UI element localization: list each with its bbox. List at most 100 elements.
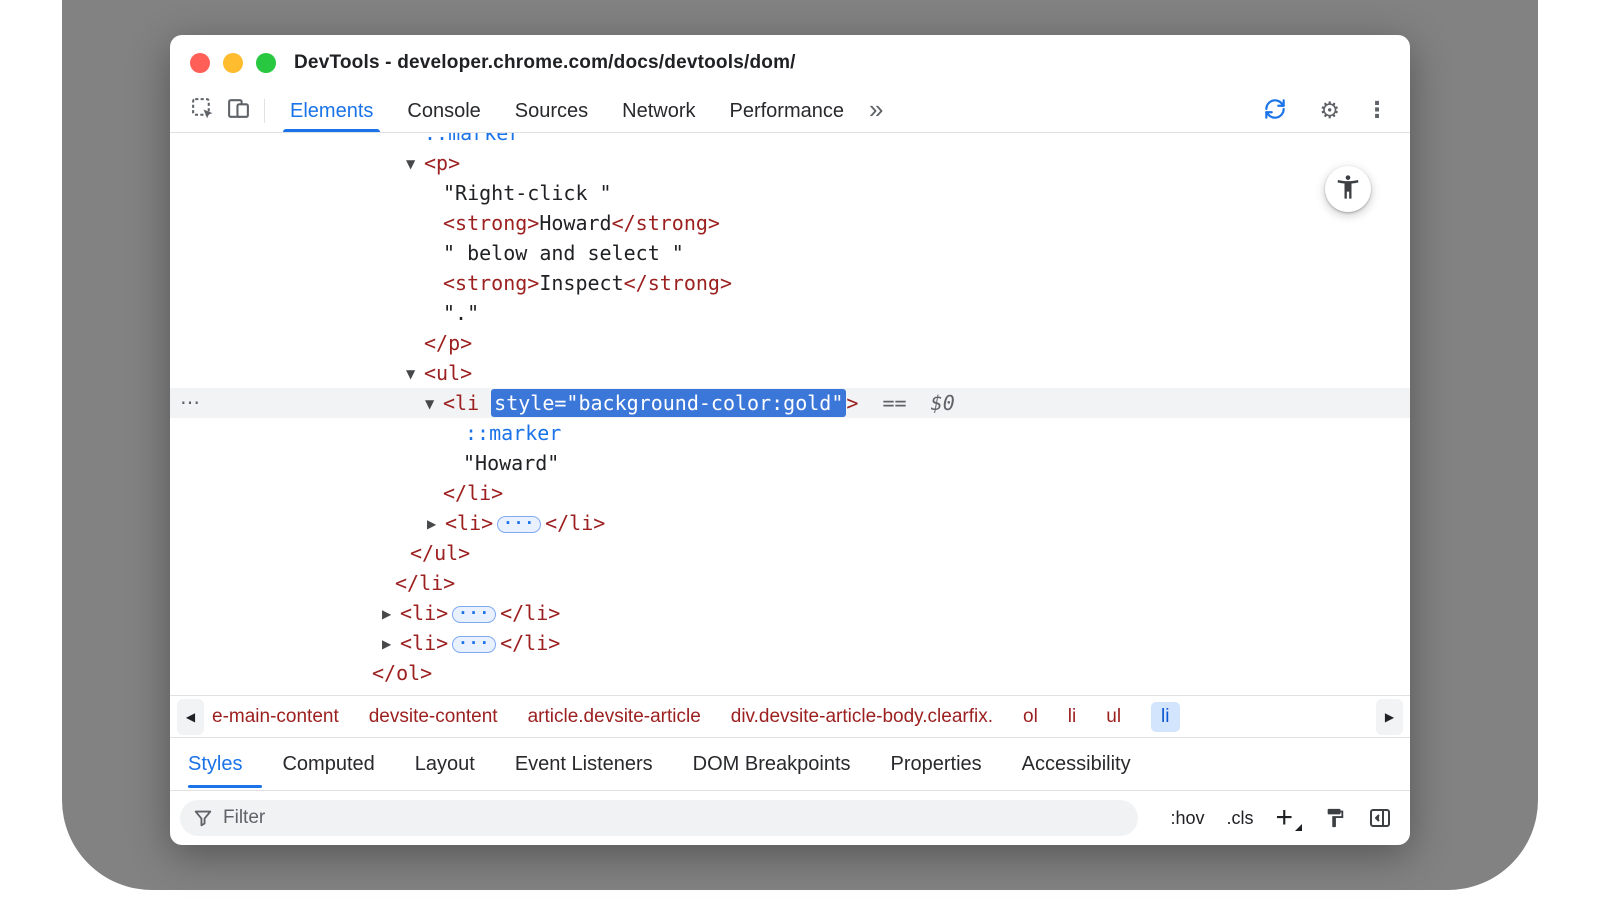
tree-line[interactable]: </li>: [170, 568, 1410, 598]
breadcrumb-item-li[interactable]: li: [1151, 702, 1179, 732]
tab-sources[interactable]: Sources: [498, 90, 605, 132]
toggle-element-state-button[interactable]: :hov: [1170, 808, 1204, 829]
inspect-element-button[interactable]: [184, 90, 220, 132]
breadcrumb-item-li[interactable]: li: [1068, 706, 1076, 728]
filter-field[interactable]: [180, 800, 1138, 836]
dom-text: Inspect: [539, 271, 623, 295]
collapse-arrow-icon[interactable]: ▼: [406, 359, 424, 389]
breadcrumb-scroll-right-button[interactable]: ▶: [1376, 699, 1403, 735]
styles-filter-bar: :hov .cls +: [170, 791, 1410, 845]
sync-icon: [1262, 96, 1288, 127]
node-ellipsis-button[interactable]: ···: [497, 516, 541, 533]
dom-tag: </li>: [545, 511, 605, 535]
breadcrumb-item-devsite-content[interactable]: devsite-content: [369, 706, 498, 728]
dom-tag: </li>: [500, 601, 560, 625]
minimize-button[interactable]: [223, 53, 243, 73]
tree-line[interactable]: <strong>Howard</strong>: [170, 208, 1410, 238]
dom-tag: </li>: [395, 571, 455, 595]
tree-line[interactable]: ::marker: [170, 133, 1410, 148]
dom-text: Howard: [539, 211, 611, 235]
tree-line[interactable]: </p>: [170, 328, 1410, 358]
device-toolbar-icon: [226, 96, 251, 126]
expand-arrow-icon[interactable]: ▶: [382, 599, 400, 629]
toggle-sidebar-icon[interactable]: [1368, 806, 1392, 830]
more-menu-icon[interactable]: ⋮: [1366, 100, 1388, 122]
node-ellipsis-button[interactable]: ···: [452, 606, 496, 623]
panel-tab-dom-breakpoints[interactable]: DOM Breakpoints: [673, 738, 871, 790]
tree-line[interactable]: ▼<p>: [170, 148, 1410, 178]
dom-tag: </ul>: [410, 541, 470, 565]
dom-tag: </ol>: [372, 661, 432, 685]
dom-text: "Howard": [463, 451, 559, 475]
tab-elements[interactable]: Elements: [273, 90, 390, 132]
node-ellipsis-button[interactable]: ···: [452, 636, 496, 653]
dom-tag: <ul>: [424, 361, 472, 385]
settings-icon[interactable]: ⚙: [1319, 100, 1340, 123]
tree-line[interactable]: <strong>Inspect</strong>: [170, 268, 1410, 298]
dom-text: ".": [443, 301, 479, 325]
tree-line[interactable]: ▼<ul>: [170, 358, 1410, 388]
tree-line[interactable]: ▶<li>···</li>: [170, 628, 1410, 658]
close-button[interactable]: [190, 53, 210, 73]
dom-tag: <strong>: [443, 271, 539, 295]
new-style-rule-button[interactable]: +: [1275, 803, 1302, 833]
breadcrumb-scroll-left-button[interactable]: ◀: [177, 699, 204, 735]
tab-network[interactable]: Network: [605, 90, 712, 132]
tree-line[interactable]: </ul>: [170, 538, 1410, 568]
filter-input[interactable]: [223, 807, 1126, 829]
tree-line[interactable]: ".": [170, 298, 1410, 328]
breadcrumb-item-e-main-content[interactable]: e-main-content: [212, 706, 339, 728]
window-controls: [190, 53, 276, 73]
tree-line[interactable]: </ol>: [170, 658, 1410, 688]
main-toolbar: ElementsConsoleSourcesNetworkPerformance…: [170, 90, 1410, 133]
dom-text: " below and select ": [443, 241, 684, 265]
panel-tab-strip: ElementsConsoleSourcesNetworkPerformance: [273, 90, 861, 132]
dom-tag: </li>: [443, 481, 503, 505]
sync-button[interactable]: [1257, 96, 1293, 127]
panel-tab-event-listeners[interactable]: Event Listeners: [495, 738, 673, 790]
paint-format-icon[interactable]: [1324, 807, 1346, 829]
more-actions-icon[interactable]: ⋯: [180, 388, 201, 418]
collapse-arrow-icon[interactable]: ▼: [406, 149, 424, 179]
tree-line-selected[interactable]: ⋯▼<li style="background-color:gold"> == …: [170, 388, 1410, 418]
tree-line[interactable]: "Right-click ": [170, 178, 1410, 208]
more-tabs-button[interactable]: »: [861, 90, 891, 132]
toolbar-divider: [264, 99, 265, 123]
dom-tag: <li>: [400, 601, 448, 625]
breadcrumb-item-ol[interactable]: ol: [1023, 706, 1038, 728]
dom-pseudo-element: ::marker: [465, 421, 561, 445]
tree-line[interactable]: ▶<li>···</li>: [170, 598, 1410, 628]
panel-tab-accessibility[interactable]: Accessibility: [1002, 738, 1151, 790]
collapse-arrow-icon[interactable]: ▼: [425, 389, 443, 419]
panel-tab-computed[interactable]: Computed: [262, 738, 394, 790]
device-toolbar-button[interactable]: [220, 90, 256, 132]
tree-line[interactable]: ▶<li>···</li>: [170, 508, 1410, 538]
tab-console[interactable]: Console: [390, 90, 497, 132]
expand-arrow-icon[interactable]: ▶: [427, 509, 445, 539]
tree-line[interactable]: </li>: [170, 478, 1410, 508]
filter-icon: [192, 807, 214, 829]
tree-line[interactable]: " below and select ": [170, 238, 1410, 268]
equals-sign: ==: [858, 391, 930, 415]
dom-tag: <p>: [424, 151, 460, 175]
dom-tag: >: [846, 391, 858, 415]
tab-performance[interactable]: Performance: [713, 90, 862, 132]
zoom-button[interactable]: [256, 53, 276, 73]
dom-tag: </strong>: [624, 271, 732, 295]
breadcrumb-item-article-devsite-article[interactable]: article.devsite-article: [528, 706, 701, 728]
dom-tag: <li: [443, 391, 491, 415]
dom-pseudo-element: ::marker: [424, 133, 520, 145]
dom-tag: <li>: [445, 511, 493, 535]
tree-line[interactable]: "Howard": [170, 448, 1410, 478]
panel-tab-layout[interactable]: Layout: [395, 738, 495, 790]
breadcrumb-item-div-devsite-article-body-clearfix[interactable]: div.devsite-article-body.clearfix.: [731, 706, 993, 728]
breadcrumb-bar: ◀ e-main-content devsite-content article.d…: [170, 695, 1410, 737]
panel-tab-properties[interactable]: Properties: [871, 738, 1002, 790]
element-classes-button[interactable]: .cls: [1226, 808, 1253, 829]
highlighted-attribute[interactable]: style="background-color:gold": [491, 389, 846, 417]
expand-arrow-icon[interactable]: ▶: [382, 629, 400, 659]
toolbar-right-icons: ⚙ ⋮: [1257, 90, 1410, 132]
panel-tab-styles[interactable]: Styles: [188, 738, 262, 790]
tree-line[interactable]: ::marker: [170, 418, 1410, 448]
breadcrumb-item-ul[interactable]: ul: [1106, 706, 1121, 728]
